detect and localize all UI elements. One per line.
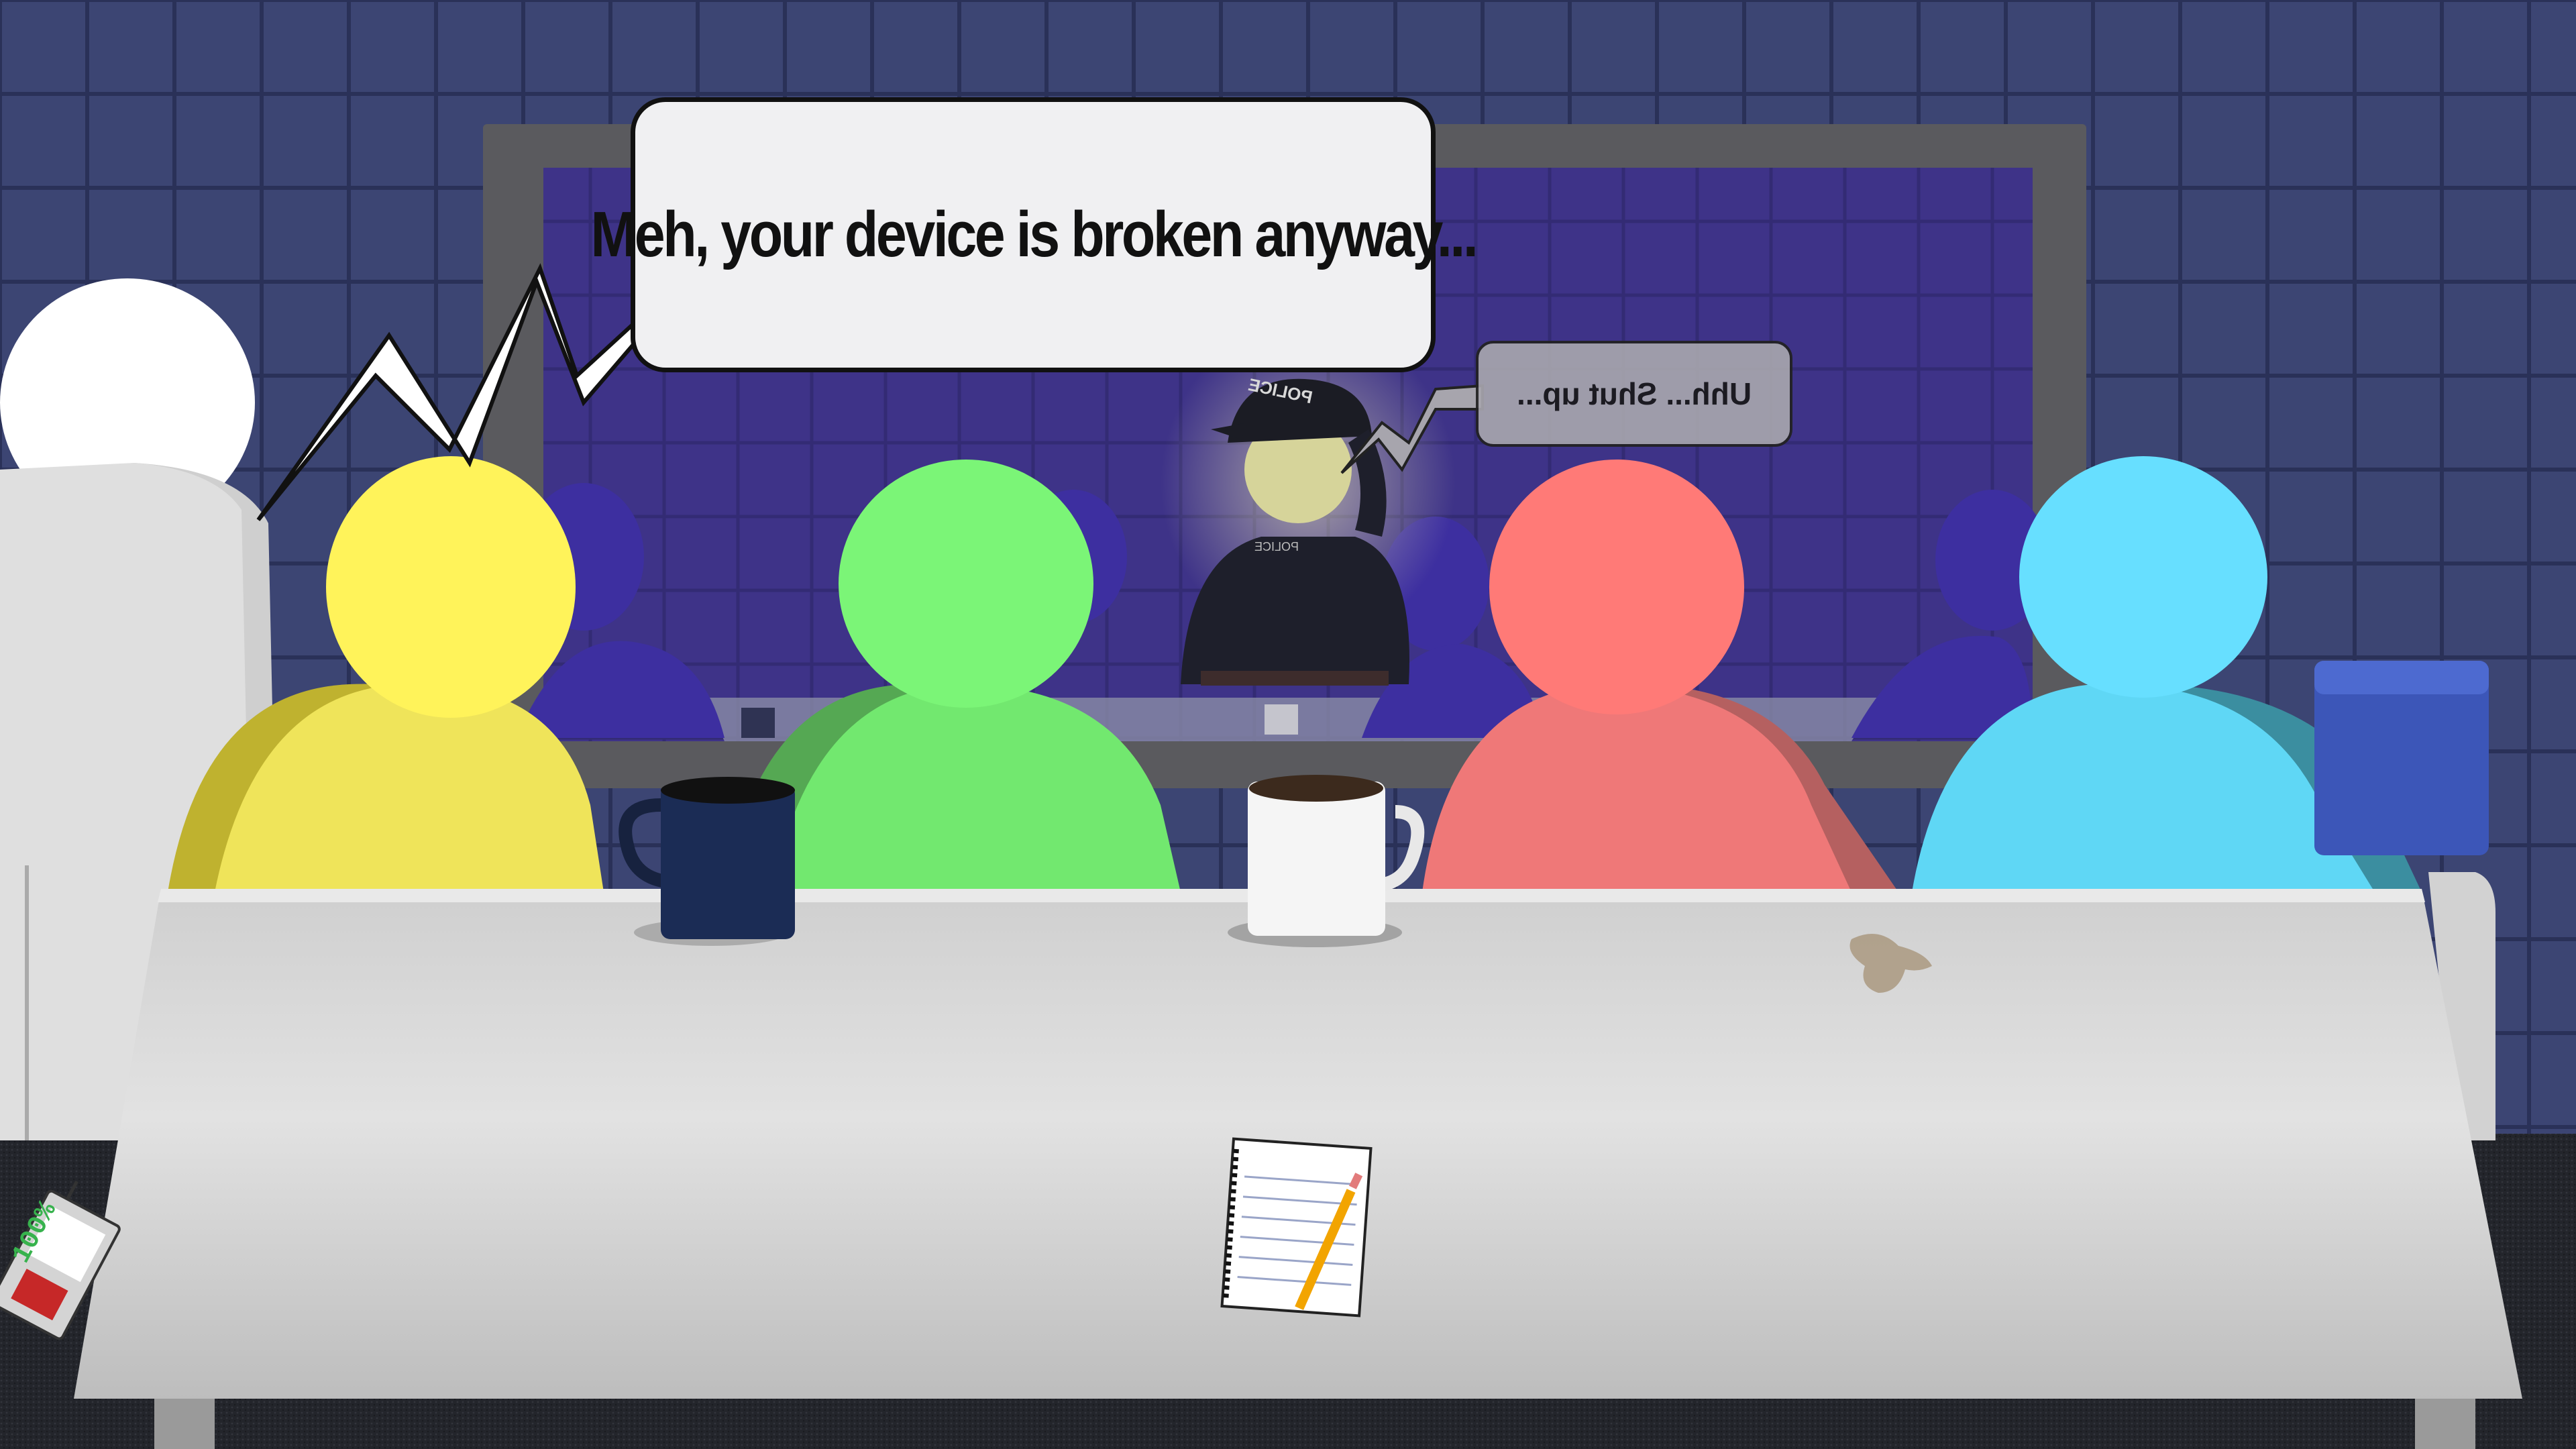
notepad-with-pencil — [1220, 1137, 1373, 1318]
main-speech-bubble: Meh, your device is broken anyway... — [590, 97, 1478, 372]
blue-container — [2314, 661, 2489, 855]
police-chest-text: POLICE — [1254, 540, 1299, 553]
main-speech-text: Meh, your device is broken anyway... — [590, 199, 1478, 270]
reflection-speech-text: Uhh... Shut up... — [1516, 376, 1752, 411]
reflection-speech-bubble: Uhh... Shut up... — [1476, 341, 1792, 447]
police-chest-label: POLICE — [1254, 540, 1328, 554]
